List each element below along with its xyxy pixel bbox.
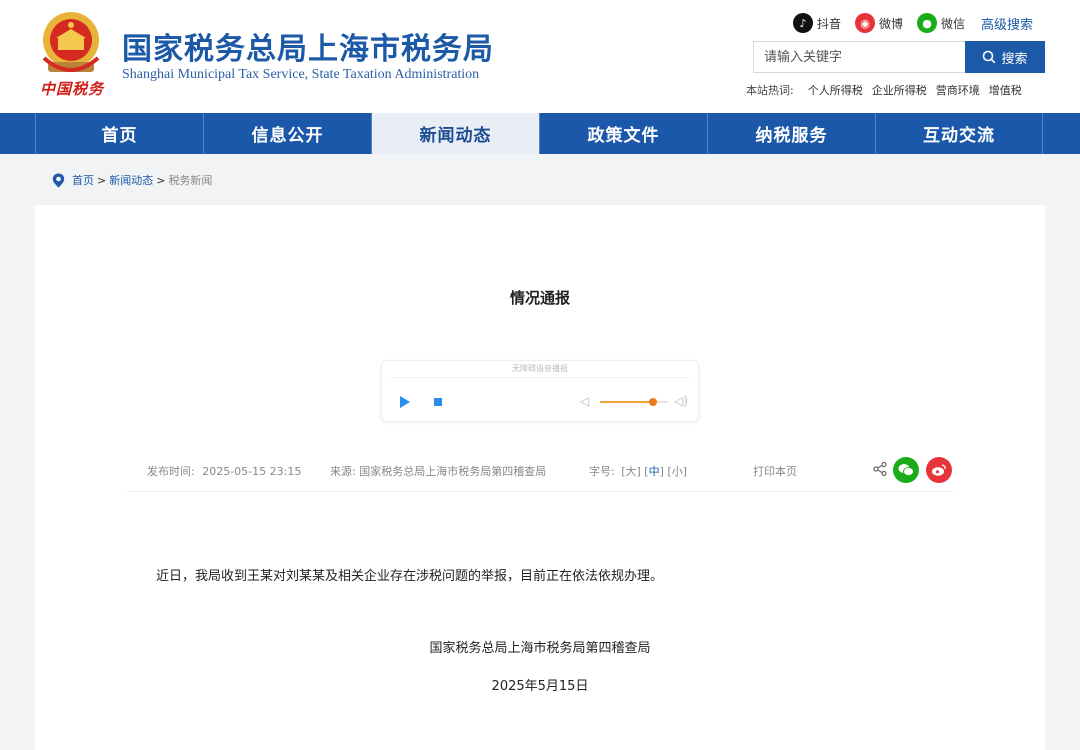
breadcrumb-separator: > — [97, 173, 107, 187]
play-icon[interactable] — [400, 396, 410, 408]
wechat-icon — [898, 464, 914, 476]
social-wechat[interactable]: ● 微信 — [917, 13, 965, 33]
hot-words: 本站热词: 个人所得税 企业所得税 营商环境 增值税 — [746, 82, 1031, 98]
stop-icon[interactable] — [434, 398, 442, 406]
national-emblem-icon — [42, 12, 100, 72]
font-size-control: 字号: [大] [中] [小] — [589, 465, 687, 478]
search-icon — [983, 50, 996, 64]
wechat-icon: ● — [917, 13, 938, 33]
volume-slider[interactable] — [600, 398, 668, 406]
breadcrumb-separator: > — [156, 173, 166, 187]
search-input[interactable] — [753, 41, 965, 73]
font-size-large[interactable]: 大 — [626, 465, 637, 478]
breadcrumb-home[interactable]: 首页 — [72, 172, 94, 188]
douyin-icon: ♪ — [793, 13, 813, 33]
nav-item-policy[interactable]: 政策文件 — [539, 113, 707, 154]
emblem-caption: 中国税务 — [40, 80, 105, 98]
volume-knob[interactable] — [649, 398, 658, 406]
share-icon[interactable] — [873, 462, 887, 476]
article-source: 来源: 国家税务总局上海市税务局第四稽查局 — [330, 463, 546, 479]
site-header: 中国税务 国家税务总局上海市税务局 Shanghai Municipal Tax… — [0, 0, 1080, 113]
search-bar: 搜索 — [753, 41, 1045, 73]
breadcrumb: 首页 > 新闻动态 > 税务新闻 — [52, 172, 212, 188]
audio-player: 无障碍语音播报 ◁ ◁) — [381, 360, 699, 422]
breadcrumb-current: 税务新闻 — [168, 174, 213, 187]
article-signature-date: 2025年5月15日 — [491, 679, 589, 694]
source-label: 来源: — [330, 465, 356, 478]
social-wechat-label: 微信 — [941, 16, 966, 31]
advanced-search-link[interactable]: 高级搜索 — [981, 14, 1033, 33]
font-size-small[interactable]: 小 — [672, 465, 683, 478]
font-size-label: 字号: — [589, 465, 615, 478]
location-pin-icon — [52, 173, 65, 187]
article-body: 近日，我局收到王某对刘某某及相关企业存在涉税问题的举报，目前正在依法依规办理。 — [156, 569, 664, 584]
publish-time-label: 发布时间: — [147, 465, 195, 478]
nav-item-news[interactable]: 新闻动态 — [371, 113, 539, 154]
social-douyin-label: 抖音 — [817, 16, 842, 31]
search-button[interactable]: 搜索 — [965, 41, 1045, 73]
site-title-cn: 国家税务总局上海市税务局 — [122, 32, 494, 67]
hot-word[interactable]: 营商环境 — [936, 82, 980, 98]
hot-word[interactable]: 个人所得税 — [808, 82, 863, 98]
breadcrumb-news[interactable]: 新闻动态 — [109, 172, 153, 188]
font-size-medium[interactable]: 中 — [649, 465, 660, 478]
social-links: ♪ 抖音 ◉ 微博 ● 微信 高级搜索 — [793, 12, 1033, 34]
share-wechat-button[interactable] — [893, 457, 919, 483]
nav-item-tax-service[interactable]: 纳税服务 — [707, 113, 875, 154]
social-douyin[interactable]: ♪ 抖音 — [793, 13, 841, 33]
social-weibo[interactable]: ◉ 微博 — [855, 13, 903, 33]
share-weibo-button[interactable] — [926, 457, 952, 483]
publish-time: 发布时间: 2025-05-15 23:15 — [147, 463, 301, 479]
nav-item-info-disclosure[interactable]: 信息公开 — [203, 113, 371, 154]
print-page-link[interactable]: 打印本页 — [753, 463, 797, 479]
site-title-en: Shanghai Municipal Tax Service, State Ta… — [122, 67, 480, 82]
hot-words-label: 本站热词: — [746, 84, 794, 97]
social-weibo-label: 微博 — [879, 16, 904, 31]
volume-low-icon[interactable]: ◁ — [580, 394, 589, 408]
article-card: 情况通报 无障碍语音播报 ◁ ◁) 发布时间: 2025-05-15 23:15… — [35, 205, 1045, 750]
publish-time-value: 2025-05-15 23:15 — [202, 465, 302, 478]
article-title: 情况通报 — [509, 289, 570, 307]
search-button-label: 搜索 — [1001, 51, 1028, 67]
source-value: 国家税务总局上海市税务局第四稽查局 — [359, 465, 547, 478]
hot-word[interactable]: 增值税 — [989, 82, 1022, 98]
hot-word[interactable]: 企业所得税 — [872, 82, 927, 98]
nav-item-interaction[interactable]: 互动交流 — [875, 113, 1043, 154]
weibo-icon — [932, 464, 946, 476]
main-nav: 首页 信息公开 新闻动态 政策文件 纳税服务 互动交流 — [0, 113, 1080, 154]
weibo-icon: ◉ — [855, 13, 876, 33]
article-signature-org: 国家税务总局上海市税务局第四稽查局 — [429, 641, 651, 656]
volume-high-icon[interactable]: ◁) — [674, 394, 688, 408]
audio-caption: 无障碍语音播报 — [512, 364, 568, 373]
article-meta: 发布时间: 2025-05-15 23:15 来源: 国家税务总局上海市税务局第… — [127, 457, 953, 492]
nav-item-home[interactable]: 首页 — [35, 113, 203, 154]
